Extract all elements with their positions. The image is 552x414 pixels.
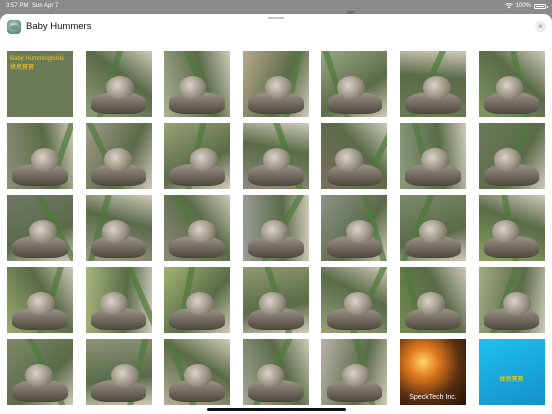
photo-thumbnail[interactable] <box>321 195 388 261</box>
photo-thumbnail[interactable] <box>85 267 152 333</box>
bird-shape <box>346 220 375 243</box>
photo-thumbnail[interactable] <box>164 51 231 117</box>
bird-shape <box>493 148 522 171</box>
card-text: SpeckTech Inc. <box>409 394 457 401</box>
bird-shape <box>344 292 373 315</box>
photo-thumbnail[interactable] <box>7 123 73 189</box>
wifi-icon <box>504 3 513 9</box>
status-right: 100% <box>504 0 548 12</box>
photo-thumbnail[interactable] <box>85 339 152 405</box>
bird-shape <box>256 364 285 387</box>
bird-shape <box>183 364 212 387</box>
bird-shape <box>185 292 214 315</box>
photo-thumbnail[interactable] <box>478 51 545 117</box>
bird-shape <box>104 148 132 171</box>
photo-thumbnail[interactable] <box>7 195 73 261</box>
battery-percent: 100% <box>515 3 531 9</box>
bird-shape <box>337 76 365 99</box>
photo-thumbnail[interactable] <box>85 195 152 261</box>
bird-shape <box>260 220 289 243</box>
bird-shape <box>178 76 207 99</box>
photo-thumbnail[interactable] <box>242 339 309 405</box>
photo-thumbnail[interactable] <box>7 267 73 333</box>
photo-thumbnail[interactable] <box>321 267 388 333</box>
bird-shape <box>27 292 56 315</box>
thumb-app-card[interactable]: 蜂鳥寶寶 <box>478 339 545 405</box>
bird-shape <box>102 220 130 243</box>
home-indicator <box>207 408 346 411</box>
bird-shape <box>29 220 58 243</box>
bird-shape <box>111 364 140 387</box>
photo-thumbnail[interactable] <box>321 339 388 405</box>
card-text: 蜂鳥寶寶 <box>499 377 524 383</box>
bird-shape <box>423 76 451 99</box>
photo-thumbnail[interactable] <box>164 339 231 405</box>
bird-shape <box>100 292 128 315</box>
photo-thumbnail[interactable] <box>242 267 309 333</box>
close-icon: × <box>538 22 543 31</box>
modal-sheet: Baby Hummers × Baby Hummingbirds 蜂鳥寶寶 Spec… <box>0 14 552 414</box>
photo-thumbnail[interactable] <box>321 123 388 189</box>
photo-thumbnail[interactable] <box>478 123 545 189</box>
status-time: 3:57 PM <box>6 3 29 9</box>
bird-shape <box>495 76 524 99</box>
photo-grid: Baby Hummingbirds 蜂鳥寶寶 SpeckTech Inc. 蜂鳥寶寶 <box>7 51 545 405</box>
photo-thumbnail[interactable] <box>85 123 152 189</box>
photo-thumbnail[interactable] <box>399 123 466 189</box>
app-icon <box>7 20 21 34</box>
bird-shape <box>491 220 520 243</box>
sheet-header: Baby Hummers × <box>0 14 552 40</box>
thumb-title-card[interactable]: Baby Hummingbirds 蜂鳥寶寶 <box>7 51 73 117</box>
bird-shape <box>264 76 293 99</box>
bird-shape <box>417 292 445 315</box>
bird-shape <box>502 292 531 315</box>
photo-thumbnail[interactable] <box>242 123 309 189</box>
thumb-specktech-card[interactable]: SpeckTech Inc. <box>399 339 466 405</box>
photo-thumbnail[interactable] <box>399 51 466 117</box>
photo-thumbnail[interactable] <box>399 267 466 333</box>
photo-thumbnail[interactable] <box>478 195 545 261</box>
bird-shape <box>187 220 216 243</box>
photo-thumbnail[interactable] <box>85 51 152 117</box>
status-date: Sun Apr 7 <box>32 3 59 9</box>
photo-thumbnail[interactable] <box>399 195 466 261</box>
bird-shape <box>421 148 449 171</box>
status-bar: 3:57 PM Sun Apr 7 100% <box>0 0 552 12</box>
bird-shape <box>262 148 291 171</box>
sheet-title: Baby Hummers <box>26 21 92 32</box>
photo-thumbnail[interactable] <box>164 123 231 189</box>
bird-shape <box>31 148 60 171</box>
photo-thumbnail[interactable] <box>164 267 231 333</box>
bird-shape <box>342 364 371 387</box>
bird-shape <box>258 292 287 315</box>
photo-thumbnail[interactable] <box>242 51 309 117</box>
photo-thumbnail[interactable] <box>478 267 545 333</box>
close-button[interactable]: × <box>535 21 546 32</box>
photo-thumbnail[interactable] <box>242 195 309 261</box>
card-text: Baby Hummingbirds <box>10 56 65 62</box>
bird-shape <box>335 148 363 171</box>
bird-shape <box>189 148 218 171</box>
bird-shape <box>419 220 447 243</box>
photo-thumbnail[interactable] <box>164 195 231 261</box>
battery-icon <box>534 3 548 9</box>
photo-thumbnail[interactable] <box>321 51 388 117</box>
bird-shape <box>25 364 54 387</box>
photo-thumbnail[interactable] <box>7 339 73 405</box>
card-text: 蜂鳥寶寶 <box>10 65 35 71</box>
bird-shape <box>106 76 134 99</box>
